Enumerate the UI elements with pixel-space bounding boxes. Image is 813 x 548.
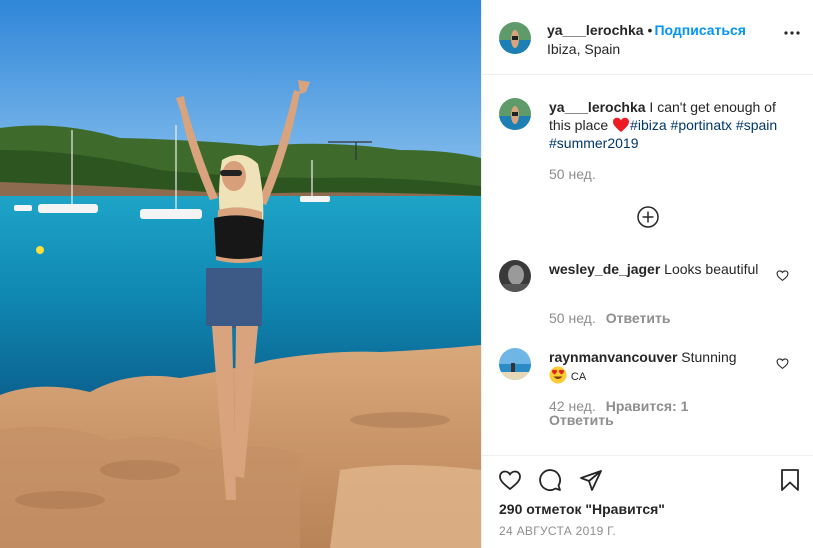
author-username[interactable]: ya___lerochka: [547, 22, 644, 38]
commenter-avatar[interactable]: [499, 260, 531, 292]
commenter-avatar-image: [499, 348, 531, 380]
comment-meta: 50 нед. Ответить: [549, 310, 670, 326]
comment-body: Stunning: [677, 349, 737, 365]
red-heart-emoji-icon: [613, 117, 630, 132]
hashtag-spain[interactable]: #spain: [736, 117, 777, 133]
post-header: ya___lerochka • Подписаться Ibiza, Spain: [482, 0, 813, 75]
hashtag-ibiza[interactable]: #ibiza: [630, 117, 667, 133]
comment-text: raynmanvancouver Stunning CA: [549, 348, 781, 386]
comment-body: Looks beautiful: [660, 261, 759, 277]
comment-likes-count[interactable]: Нравится: 1: [606, 398, 689, 414]
comment-username[interactable]: raynmanvancouver: [549, 349, 677, 365]
caption-avatar[interactable]: [499, 98, 531, 130]
comment-icon[interactable]: [538, 468, 562, 492]
more-options-icon[interactable]: [784, 31, 800, 35]
post-photo-image: [0, 0, 481, 548]
comment-suffix: CA: [570, 371, 587, 383]
comment-text: wesley_de_jager Looks beautiful: [549, 260, 781, 278]
reply-button[interactable]: Ответить: [606, 310, 671, 326]
caption-time[interactable]: 50 нед.: [549, 166, 596, 182]
comment-time[interactable]: 50 нед.: [549, 310, 596, 326]
reply-button[interactable]: Ответить: [549, 412, 614, 428]
comment-username[interactable]: wesley_de_jager: [549, 261, 660, 277]
caption-username[interactable]: ya___lerochka: [549, 99, 646, 115]
post-photo[interactable]: [0, 0, 481, 548]
hashtag-summer2019[interactable]: #summer2019: [549, 135, 639, 151]
hashtag-portinatx[interactable]: #portinatx: [671, 117, 732, 133]
likes-count[interactable]: 290 отметок "Нравится": [499, 501, 665, 517]
comment-like-heart-icon[interactable]: [776, 357, 789, 370]
comment-reply-line: Ответить: [549, 412, 614, 428]
author-avatar[interactable]: [499, 22, 531, 54]
follow-button[interactable]: Подписаться: [654, 22, 746, 38]
post-date[interactable]: 24 АВГУСТА 2019 Г.: [499, 524, 616, 538]
caption-avatar-image: [499, 98, 531, 130]
post-side-panel: ya___lerochka • Подписаться Ibiza, Spain y…: [481, 0, 813, 548]
author-avatar-image: [499, 22, 531, 54]
caption-text: ya___lerochka I can't get enough of this…: [549, 98, 781, 152]
heart-eyes-emoji-icon: [549, 366, 567, 384]
post-location[interactable]: Ibiza, Spain: [547, 41, 620, 57]
post-header-line: ya___lerochka • Подписаться: [547, 22, 746, 38]
share-icon[interactable]: [579, 468, 603, 492]
commenter-avatar[interactable]: [499, 348, 531, 380]
save-bookmark-icon[interactable]: [778, 468, 802, 492]
separator-dot: •: [647, 22, 653, 38]
post-actions: 290 отметок "Нравится" 24 АВГУСТА 2019 Г…: [482, 455, 813, 548]
like-heart-icon[interactable]: [498, 468, 522, 492]
comment-like-heart-icon[interactable]: [776, 269, 789, 282]
load-more-comments-icon[interactable]: [637, 206, 659, 228]
commenter-avatar-image: [499, 260, 531, 292]
